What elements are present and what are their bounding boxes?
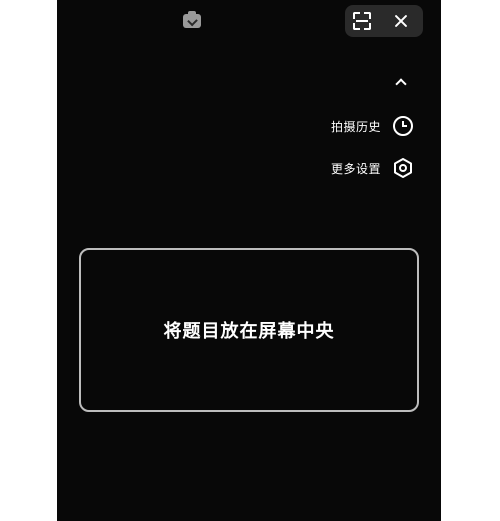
top-controls <box>345 5 423 37</box>
history-label: 拍摄历史 <box>330 119 381 134</box>
settings-label: 更多设置 <box>330 161 381 176</box>
camera-screen: 拍摄历史 更多设置 将题目放在屏幕中央 <box>57 0 441 521</box>
close-icon[interactable] <box>391 11 411 31</box>
settings-button[interactable]: 更多设置 <box>331 156 413 180</box>
clock-icon <box>393 116 413 136</box>
camera-check-icon <box>183 11 201 28</box>
frame-hint: 将题目放在屏幕中央 <box>163 321 335 342</box>
capture-frame: 将题目放在屏幕中央 <box>79 248 419 412</box>
check-mark <box>187 15 198 27</box>
gear-icon <box>393 158 413 178</box>
history-button[interactable]: 拍摄历史 <box>331 114 413 138</box>
chevron-up-icon[interactable] <box>393 76 409 88</box>
scan-icon[interactable] <box>353 12 371 30</box>
